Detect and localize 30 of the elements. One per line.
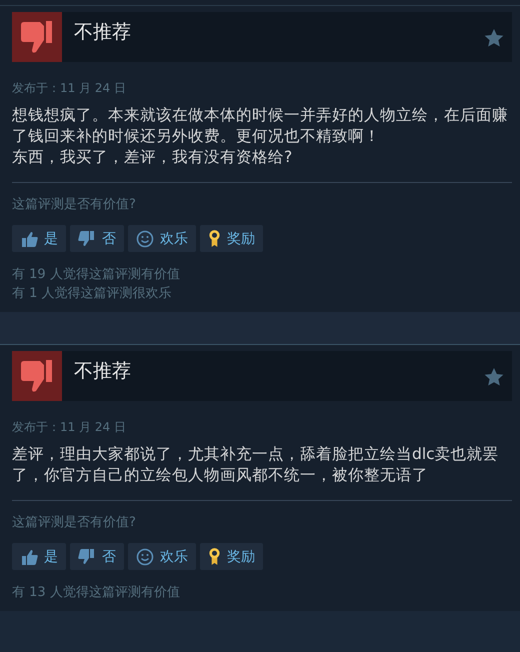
award-button[interactable]: 奖励 (200, 225, 263, 252)
review-text: 想钱想疯了。本来就该在做本体的时候一并弄好的人物立绘，在后面赚了钱回来补的时候还另外收费。更何况也不精致啊！ (12, 105, 509, 147)
review-verdict: 不推荐 (74, 359, 132, 384)
posted-date: 发布于：11 月 24 日 (12, 419, 127, 436)
smiley-icon (136, 230, 154, 248)
no-button[interactable]: 否 (70, 543, 124, 570)
review-text: 差评，理由大家都说了，尤其补充一点，舔着脸把立绘当dlc卖也就罢了，你官方自己的立绘包人物画风都不统一，被你整无语了 (12, 444, 500, 486)
smiley-icon (136, 548, 154, 566)
thumbs-down-icon (78, 230, 96, 248)
no-button[interactable]: 否 (70, 225, 124, 252)
helpful-question: 这篇评测是否有价值? (12, 196, 137, 213)
award-medal-icon (208, 229, 221, 248)
star-icon[interactable] (484, 28, 504, 48)
funny-button[interactable]: 欢乐 (128, 543, 196, 570)
star-icon[interactable] (484, 367, 504, 387)
review-text: 东西，我买了，差评，我有没有资格给? (12, 147, 294, 168)
helpful-count: 有 13 人觉得这篇评测有价值 (12, 584, 181, 601)
posted-date: 发布于：11 月 24 日 (12, 80, 127, 97)
thumbs-up-icon (20, 548, 38, 566)
helpful-question: 这篇评测是否有价值? (12, 514, 137, 531)
award-button[interactable]: 奖励 (200, 543, 263, 570)
thumbs-down-icon (78, 548, 96, 566)
thumbs-up-icon (20, 230, 38, 248)
helpful-count: 有 1 人觉得这篇评测很欢乐 (12, 285, 173, 302)
award-medal-icon (208, 547, 221, 566)
yes-button[interactable]: 是 (12, 543, 66, 570)
yes-button[interactable]: 是 (12, 225, 66, 252)
review-verdict: 不推荐 (74, 20, 132, 45)
helpful-count: 有 19 人觉得这篇评测有价值 (12, 266, 181, 283)
funny-button[interactable]: 欢乐 (128, 225, 196, 252)
